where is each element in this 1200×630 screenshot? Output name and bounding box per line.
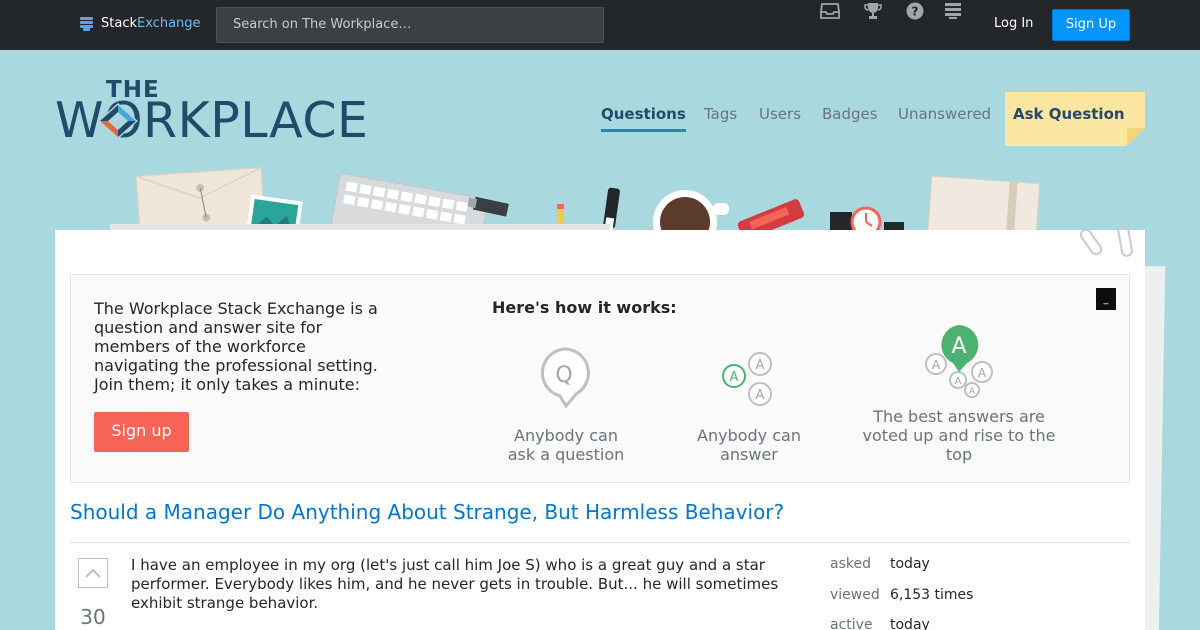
meta-asked-label: asked [830, 556, 871, 572]
meta-viewed-label: viewed [830, 587, 880, 603]
nav-tags[interactable]: Tags [704, 105, 737, 123]
meta-asked-value: today [890, 556, 930, 572]
step-vote-label: The best answers are voted up and rise t… [862, 407, 1056, 464]
question-title[interactable]: Should a Manager Do Anything About Stran… [70, 500, 784, 524]
step-1-glyph: Q [555, 363, 572, 388]
step-3-glyph-main: A [951, 334, 966, 359]
meta-active-label: active [830, 617, 873, 630]
step-3-glyph-d: A [969, 387, 976, 397]
answers-bubbles-icon: A A A [722, 352, 772, 406]
logo-exchange-text: Exchange [137, 16, 201, 31]
nav-users[interactable]: Users [759, 105, 801, 123]
vote-count: 30 [80, 605, 106, 629]
paperclip-icon [1080, 223, 1133, 257]
step-3-glyph-a: A [932, 358, 941, 372]
close-banner-button[interactable]: _ [1096, 288, 1116, 310]
step-3-glyph-b: A [978, 366, 987, 380]
welcome-text: The Workplace Stack Exchange is a questi… [94, 299, 378, 394]
ask-question-button[interactable]: Ask Question [1005, 92, 1145, 146]
desk-illustration [110, 167, 1041, 235]
help-icon[interactable]: ? [904, 0, 926, 22]
logo-stack-text: Stack [101, 16, 137, 31]
divider [70, 542, 1130, 543]
nav-unanswered[interactable]: Unanswered [898, 105, 991, 123]
step-ask-label: Anybody can ask a question [507, 426, 625, 464]
signup-button-top[interactable]: Sign Up [1052, 9, 1130, 41]
chevron-up-icon [85, 568, 101, 578]
logo-diamond-icon [98, 103, 138, 139]
site-switcher-icon[interactable] [942, 0, 964, 22]
how-it-works-heading: Here's how it works: [492, 298, 677, 317]
stackexchange-logo[interactable]: Stack Exchange [80, 16, 201, 31]
meta-active-value[interactable]: today [890, 617, 930, 630]
step-answer-label: Anybody can answer [697, 426, 801, 464]
meta-viewed-value: 6,153 times [890, 587, 974, 603]
question-bubble-icon: Q [540, 347, 590, 409]
step-2-glyph-b: A [730, 370, 739, 385]
step-2-glyph-a: A [756, 358, 765, 373]
top-bar: Stack Exchange Search on The Workplace… ?… [0, 0, 1200, 50]
nav-questions[interactable]: Questions [601, 105, 686, 132]
signup-button[interactable]: Sign up [94, 412, 189, 452]
step-2-glyph-c: A [756, 388, 765, 403]
upvote-button[interactable] [78, 558, 108, 588]
step-3-glyph-c: A [955, 376, 962, 387]
search-input[interactable]: Search on The Workplace… [216, 7, 604, 43]
ask-question-label: Ask Question [1013, 105, 1125, 123]
login-button[interactable]: Log In [985, 9, 1042, 41]
top-answer-icon: A A A A A [925, 325, 993, 398]
stackexchange-icon [80, 16, 93, 31]
question-body: I have an employee in my org (let's just… [131, 556, 779, 612]
nav-badges[interactable]: Badges [822, 105, 878, 123]
trophy-icon[interactable] [862, 0, 884, 22]
note-fold [1127, 128, 1145, 146]
svg-text:?: ? [912, 5, 919, 19]
inbox-icon[interactable] [819, 0, 841, 22]
